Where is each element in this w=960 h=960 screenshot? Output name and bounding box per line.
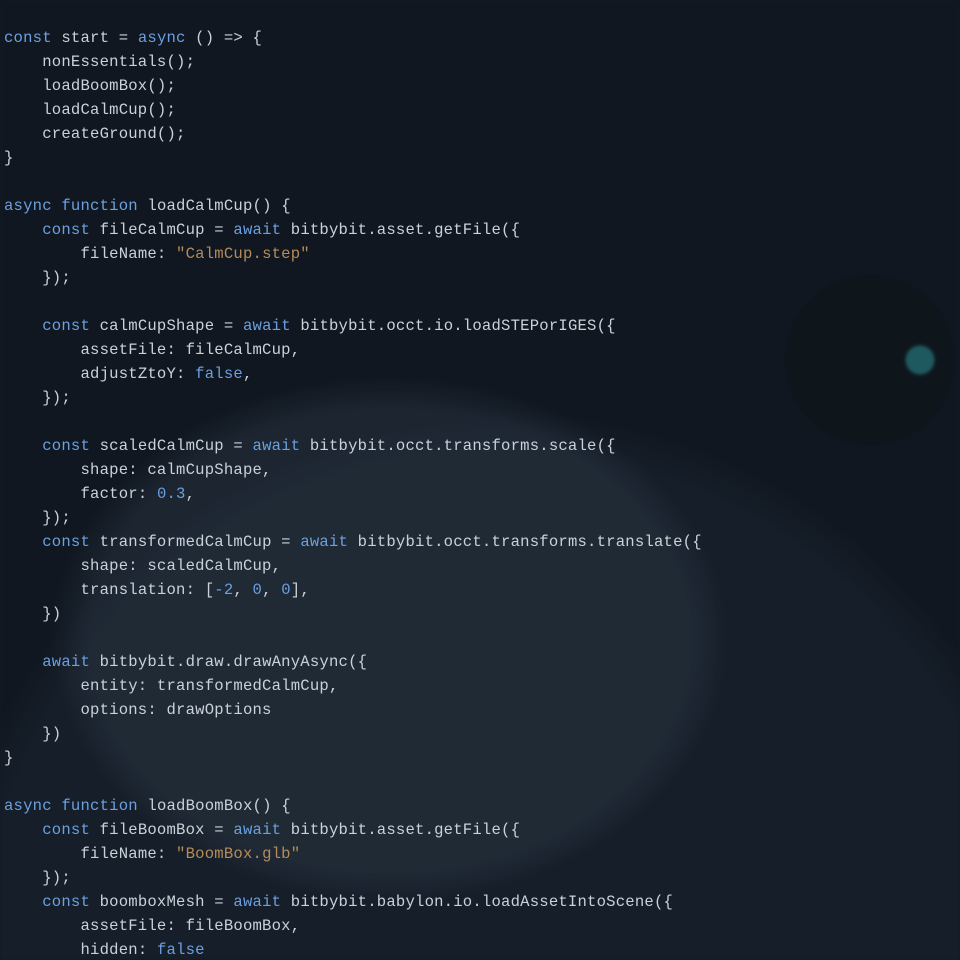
prop-key: fileName: xyxy=(80,245,176,263)
kw-false: false xyxy=(195,365,243,383)
prop-key: factor: xyxy=(80,485,156,503)
indent xyxy=(4,845,80,863)
code-text: bitbybit.draw.drawAnyAsync({ xyxy=(90,653,367,671)
prop-key: fileName: xyxy=(80,845,176,863)
code-text: bitbybit.asset.getFile({ xyxy=(281,221,520,239)
code-line: loadBoomBox(); xyxy=(4,77,176,95)
code-text: , xyxy=(186,485,196,503)
code-line: assetFile: fileCalmCup, xyxy=(4,341,300,359)
number-literal: 0 xyxy=(253,581,263,599)
kw-false: false xyxy=(157,941,205,959)
string-literal: "BoomBox.glb" xyxy=(176,845,300,863)
string-literal: "CalmCup.step" xyxy=(176,245,310,263)
code-line: shape: scaledCalmCup, xyxy=(4,557,281,575)
code-line: }) xyxy=(4,725,61,743)
code-line: }); xyxy=(4,509,71,527)
code-text: () => { xyxy=(186,29,262,47)
kw-async: async xyxy=(138,29,186,47)
kw-await: await xyxy=(233,821,281,839)
indent xyxy=(4,821,42,839)
code-line: options: drawOptions xyxy=(4,701,272,719)
kw-const: const xyxy=(42,821,90,839)
code-text: scaledCalmCup = xyxy=(90,437,252,455)
indent xyxy=(4,533,42,551)
code-line: }); xyxy=(4,269,71,287)
number-literal: -2 xyxy=(214,581,233,599)
indent xyxy=(4,365,80,383)
kw-async: async xyxy=(4,797,52,815)
code-text: transformedCalmCup = xyxy=(90,533,300,551)
code-line: }) xyxy=(4,605,61,623)
kw-const: const xyxy=(42,533,90,551)
indent xyxy=(4,317,42,335)
indent xyxy=(4,221,42,239)
code-line: } xyxy=(4,149,14,167)
kw-await: await xyxy=(300,533,348,551)
number-literal: 0.3 xyxy=(157,485,186,503)
code-line: }); xyxy=(4,869,71,887)
fn-name: loadBoomBox() { xyxy=(138,797,291,815)
code-text: ], xyxy=(291,581,310,599)
kw-await: await xyxy=(243,317,291,335)
code-line: shape: calmCupShape, xyxy=(4,461,272,479)
fn-name: loadCalmCup() { xyxy=(138,197,291,215)
prop-key: hidden: xyxy=(80,941,156,959)
code-text: , xyxy=(262,581,281,599)
code-text: calmCupShape = xyxy=(90,317,243,335)
kw-await: await xyxy=(42,653,90,671)
number-literal: 0 xyxy=(281,581,291,599)
code-text: fileBoomBox = xyxy=(90,821,233,839)
code-text: fileCalmCup = xyxy=(90,221,233,239)
code-line: loadCalmCup(); xyxy=(4,101,176,119)
code-text: bitbybit.occt.transforms.scale({ xyxy=(300,437,615,455)
indent xyxy=(4,437,42,455)
kw-await: await xyxy=(233,893,281,911)
code-line: nonEssentials(); xyxy=(4,53,195,71)
prop-key: translation: [ xyxy=(80,581,214,599)
indent xyxy=(4,581,80,599)
code-editor[interactable]: const start = async () => { nonEssential… xyxy=(0,0,960,960)
indent xyxy=(4,893,42,911)
code-text: bitbybit.babylon.io.loadAssetIntoScene({ xyxy=(281,893,673,911)
kw-function: function xyxy=(52,797,138,815)
code-text: bitbybit.occt.transforms.translate({ xyxy=(348,533,702,551)
code-text: start = xyxy=(52,29,138,47)
code-text: boomboxMesh = xyxy=(90,893,233,911)
kw-await: await xyxy=(233,221,281,239)
kw-const: const xyxy=(42,221,90,239)
code-text: , xyxy=(233,581,252,599)
kw-const: const xyxy=(42,317,90,335)
kw-async: async xyxy=(4,197,52,215)
code-line: }); xyxy=(4,389,71,407)
kw-const: const xyxy=(42,437,90,455)
kw-await: await xyxy=(253,437,301,455)
code-line: } xyxy=(4,749,14,767)
prop-key: adjustZtoY: xyxy=(80,365,195,383)
indent xyxy=(4,245,80,263)
indent xyxy=(4,485,80,503)
code-text: , xyxy=(243,365,253,383)
kw-const: const xyxy=(42,893,90,911)
code-text: bitbybit.asset.getFile({ xyxy=(281,821,520,839)
code-text: bitbybit.occt.io.loadSTEPorIGES({ xyxy=(291,317,616,335)
kw-const: const xyxy=(4,29,52,47)
indent xyxy=(4,653,42,671)
code-line: createGround(); xyxy=(4,125,186,143)
code-line: assetFile: fileBoomBox, xyxy=(4,917,300,935)
indent xyxy=(4,941,80,959)
code-line: entity: transformedCalmCup, xyxy=(4,677,339,695)
kw-function: function xyxy=(52,197,138,215)
